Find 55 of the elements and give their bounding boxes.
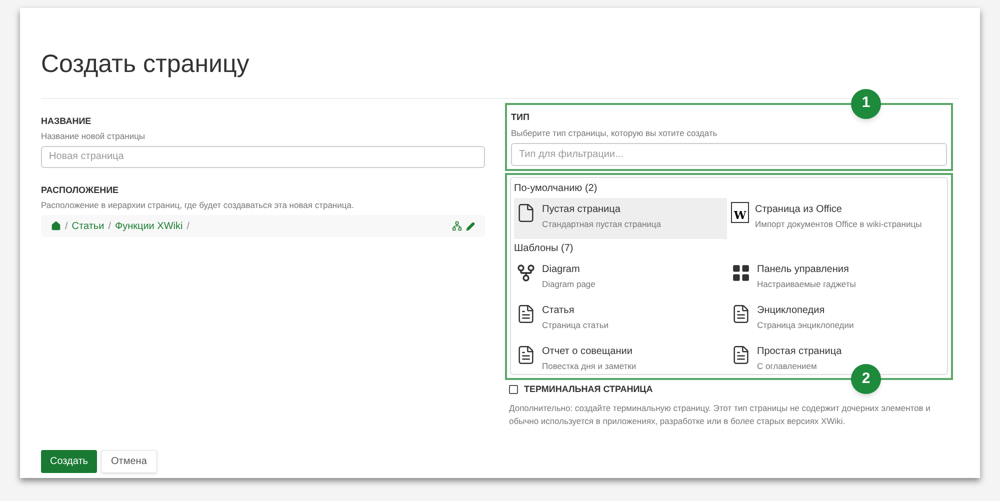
- document-icon: [516, 344, 536, 366]
- document-icon: [731, 344, 751, 366]
- hierarchy-icon[interactable]: [452, 221, 462, 231]
- breadcrumb-separator: /: [108, 220, 111, 234]
- breadcrumb-separator: /: [65, 220, 68, 234]
- page-type-option[interactable]: W Страница из Office Импорт документов Office в wiki-страницы: [729, 198, 942, 239]
- callout-number: 1: [851, 88, 881, 118]
- document-icon: [516, 302, 536, 325]
- field-hint: Выберите тип страницы, которую вы хотите создать: [511, 127, 718, 140]
- breadcrumb-link[interactable]: Статьи: [72, 218, 104, 234]
- cancel-button[interactable]: Отмена: [101, 450, 157, 474]
- group-heading: По-умолчанию (2): [514, 182, 598, 196]
- checkbox-hint: Дополнительно: создайте терминальную страницу. Этот тип страницы не содержит дочерних элементов и обычно используется в приложениях, разработке или в более старых версиях XWiki.: [509, 402, 932, 428]
- field-label: РАСПОЛОЖЕНИЕ: [41, 184, 120, 197]
- type-name: Простая страница: [757, 344, 842, 359]
- page-type-option[interactable]: Энциклопедия Страница энциклопедии: [729, 298, 942, 340]
- breadcrumb-separator: /: [186, 220, 190, 234]
- type-name: Diagram: [542, 262, 581, 277]
- page-type-option[interactable]: Панель управления Настраиваемые гаджеты: [729, 258, 942, 299]
- type-description: Стандартная пустая страница: [542, 218, 661, 230]
- checkbox-label: ТЕРМИНАЛЬНАЯ СТРАНИЦА: [524, 382, 653, 396]
- type-description: Страница энциклопедии: [757, 318, 854, 332]
- word-document-icon: W: [731, 202, 749, 223]
- page-type-option[interactable]: Пустая страница Стандартная пустая страница: [514, 198, 727, 239]
- document-icon: [731, 302, 751, 325]
- terminal-checkbox[interactable]: [509, 385, 518, 394]
- type-description: Страница статьи: [542, 318, 609, 332]
- page-type-option[interactable]: Статья Страница статьи: [514, 298, 727, 340]
- type-name: Статья: [542, 304, 576, 318]
- branch-icon: [516, 262, 536, 284]
- type-filter-field[interactable]: Тип для фильтрации...: [511, 142, 947, 166]
- type-description: С оглавлением: [757, 360, 818, 372]
- field-label: ТИП: [511, 110, 530, 124]
- type-description: Импорт документов Office в wiki-страницы: [755, 218, 922, 230]
- page-type-option[interactable]: Отчет о совещании Повестка дня и заметки: [514, 340, 727, 374]
- type-name: Пустая страница: [542, 202, 622, 217]
- type-name: Отчет о совещании: [542, 344, 634, 359]
- type-name: Панель управления: [757, 262, 850, 277]
- create-button[interactable]: Создать: [41, 450, 98, 474]
- breadcrumb-link[interactable]: Функции XWiki: [114, 218, 183, 234]
- type-description: Настраиваемые гаджеты: [757, 278, 856, 290]
- name-input-field[interactable]: Новая страница: [41, 146, 485, 168]
- page-type-option[interactable]: Diagram Diagram page: [514, 258, 727, 299]
- callout-number: 2: [851, 364, 881, 394]
- field-hint: Название новой страницы: [41, 130, 146, 143]
- type-description: Повестка дня и заметки: [542, 360, 636, 372]
- type-description: Diagram page: [542, 278, 596, 290]
- field-label: НАЗВАНИЕ: [41, 114, 92, 128]
- type-name: Энциклопедия: [757, 304, 826, 318]
- group-heading: Шаблоны (7): [514, 242, 574, 256]
- blank-page-icon: [516, 202, 536, 224]
- home-icon[interactable]: [51, 221, 61, 231]
- edit-icon[interactable]: [466, 222, 475, 230]
- type-name: Страница из Office: [755, 202, 843, 217]
- field-hint: Расположение в иерархии страниц, где будет создаваться эта новая страница.: [41, 199, 355, 212]
